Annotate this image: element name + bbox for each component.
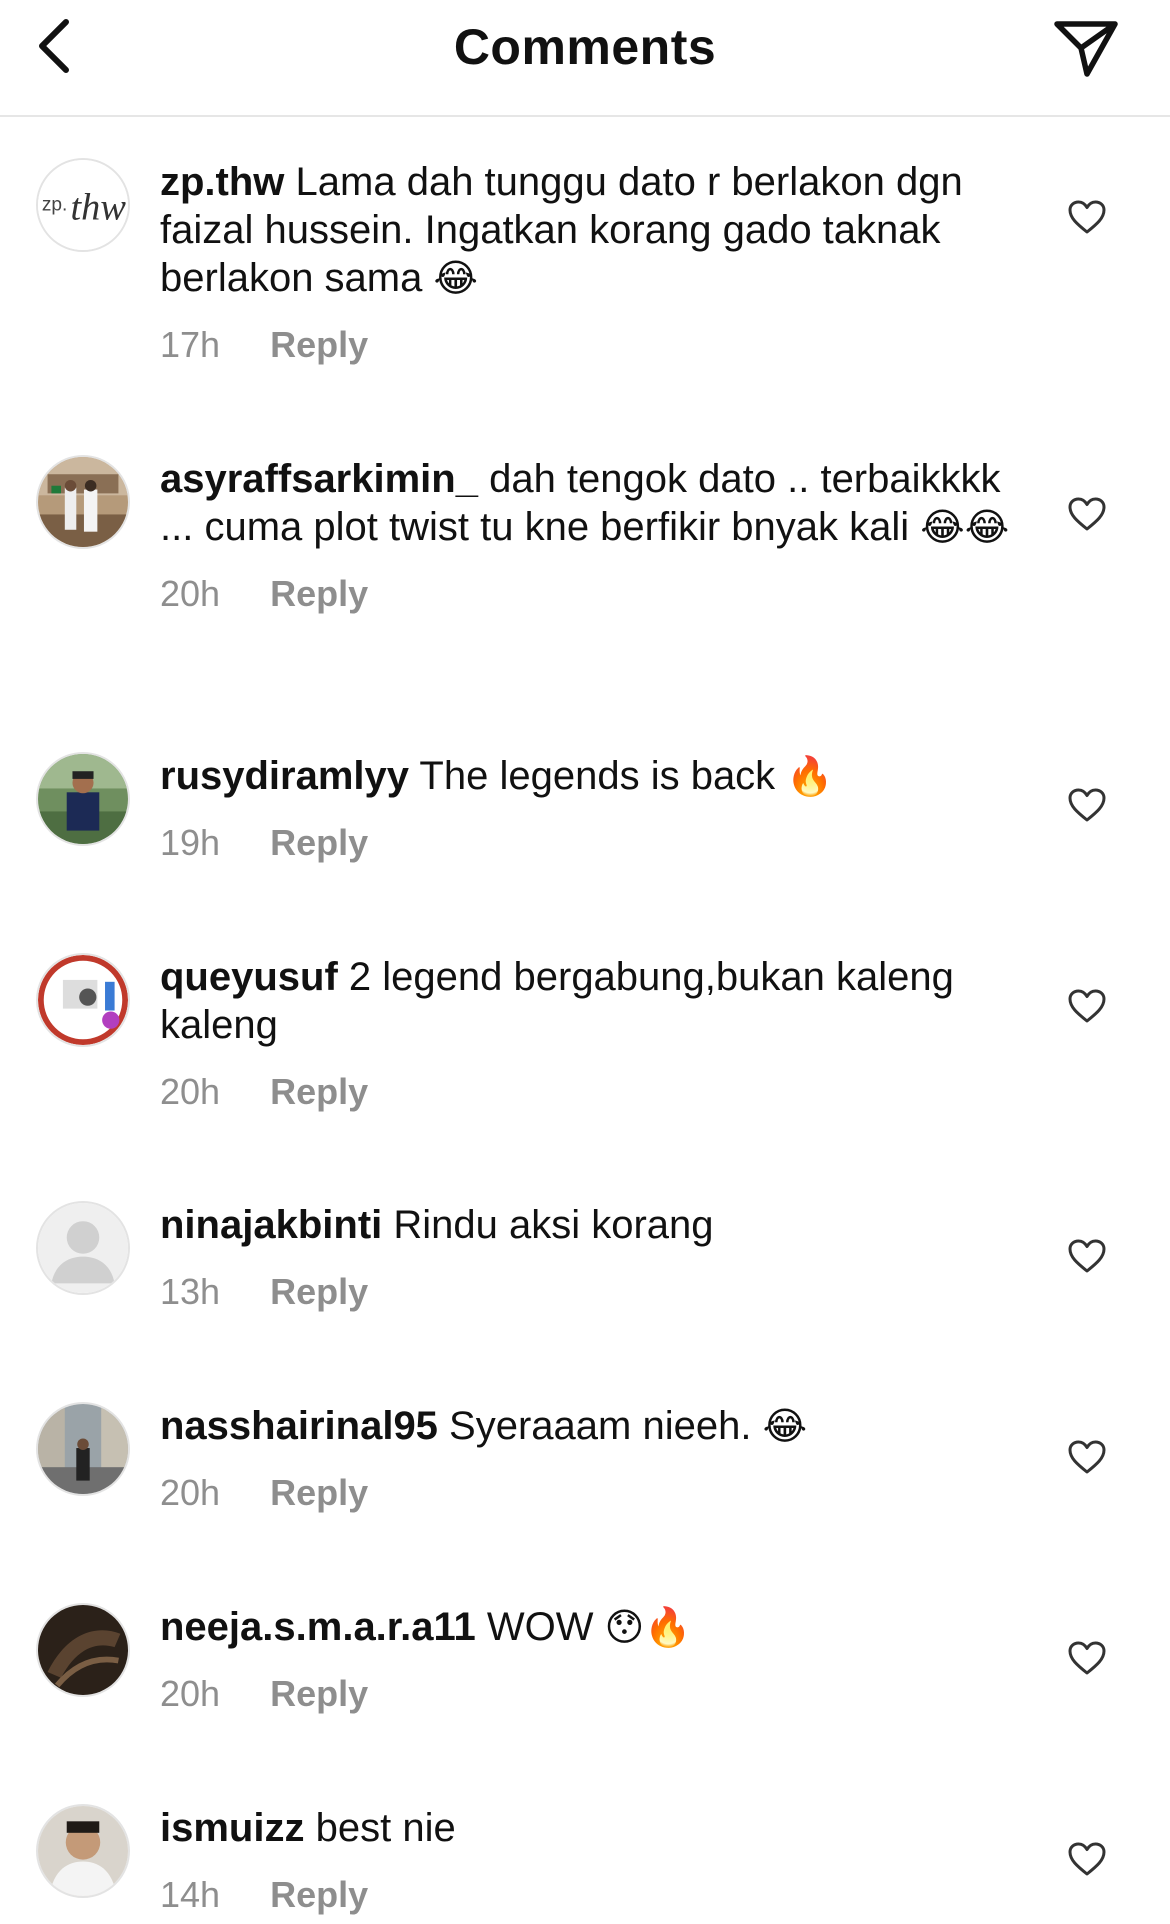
reply-button[interactable]: Reply — [270, 1271, 368, 1313]
comment-username[interactable]: asyraffsarkimin_ — [160, 457, 478, 501]
like-button[interactable] — [1062, 1836, 1112, 1886]
reply-button[interactable]: Reply — [270, 573, 368, 615]
comment-username[interactable]: ismuizz — [160, 1806, 304, 1850]
reply-button[interactable]: Reply — [270, 1874, 368, 1916]
like-button[interactable] — [1062, 1635, 1112, 1685]
comment-timestamp: 14h — [160, 1874, 221, 1915]
like-button[interactable] — [1062, 194, 1112, 244]
heart-icon — [1067, 988, 1107, 1029]
comment-timestamp: 17h — [160, 324, 221, 365]
like-button[interactable] — [1062, 1233, 1112, 1283]
heart-icon — [1067, 496, 1107, 537]
page-title: Comments — [453, 19, 717, 75]
comment-username[interactable]: queyusuf — [160, 955, 338, 999]
avatar[interactable] — [36, 1804, 130, 1898]
comment-username[interactable]: neeja.s.m.a.r.a11 — [160, 1605, 476, 1649]
reply-button[interactable]: Reply — [270, 1673, 368, 1715]
comment-username[interactable]: rusydiramlyy — [160, 754, 409, 798]
hushed-face-fire-icon: 😯🔥 — [604, 1605, 692, 1649]
heart-icon — [1067, 787, 1107, 828]
like-button[interactable] — [1062, 782, 1112, 832]
reply-button[interactable]: Reply — [270, 324, 368, 366]
comment-timestamp: 20h — [160, 573, 221, 614]
comment-text: ninajakbinti Rindu aksi korang — [160, 1203, 714, 1247]
comment-text: zp.thw Lama dah tunggu dato r berlakon d… — [160, 160, 963, 300]
like-button[interactable] — [1062, 983, 1112, 1033]
reply-button[interactable]: Reply — [270, 1472, 368, 1514]
svg-text:thw: thw — [71, 186, 127, 228]
comment-text: rusydiramlyy The legends is back 🔥 — [160, 754, 834, 798]
comment-text: queyusuf 2 legend bergabung,bukan kaleng… — [160, 955, 954, 1047]
avatar[interactable] — [36, 1402, 130, 1496]
avatar[interactable] — [36, 1603, 130, 1697]
heart-icon — [1067, 1841, 1107, 1882]
comment-timestamp: 13h — [160, 1271, 221, 1312]
fire-icon: 🔥 — [786, 754, 834, 798]
like-button[interactable] — [1062, 1434, 1112, 1484]
comment-timestamp: 19h — [160, 822, 221, 863]
comment-username[interactable]: ninajakbinti — [160, 1203, 382, 1247]
heart-icon — [1067, 1439, 1107, 1480]
avatar[interactable]: zp. thw — [36, 158, 130, 252]
reply-button[interactable]: Reply — [270, 1071, 368, 1113]
comment-text: ismuizz best nie — [160, 1806, 456, 1850]
heart-icon — [1067, 1238, 1107, 1279]
paper-plane-icon — [1051, 16, 1121, 85]
face-with-tears-of-joy-icon: 😂 — [433, 256, 478, 300]
comment-text: nasshairinal95 Syeraaam nieeh. 😂 — [160, 1404, 807, 1448]
reply-button[interactable]: Reply — [270, 822, 368, 864]
avatar[interactable] — [36, 953, 130, 1047]
comment-timestamp: 20h — [160, 1071, 221, 1112]
heart-icon — [1067, 199, 1107, 240]
svg-text:zp.: zp. — [42, 195, 68, 216]
avatar[interactable] — [36, 752, 130, 846]
header-bar: Comments — [0, 0, 1170, 117]
share-button[interactable] — [1040, 8, 1132, 92]
comment-text: asyraffsarkimin_ dah tengok dato .. terb… — [160, 457, 1010, 549]
avatar[interactable] — [36, 455, 130, 549]
face-with-tears-of-joy-icon: 😂😂 — [920, 505, 1010, 549]
comment-timestamp: 20h — [160, 1472, 221, 1513]
heart-icon — [1067, 1640, 1107, 1681]
comment-text: neeja.s.m.a.r.a11 WOW 😯🔥 — [160, 1605, 692, 1649]
comment-username[interactable]: zp.thw — [160, 160, 284, 204]
comment-timestamp: 20h — [160, 1673, 221, 1714]
face-with-tears-of-joy-icon: 😂 — [762, 1404, 807, 1448]
like-button[interactable] — [1062, 491, 1112, 541]
avatar[interactable] — [36, 1201, 130, 1295]
comment-username[interactable]: nasshairinal95 — [160, 1404, 438, 1448]
